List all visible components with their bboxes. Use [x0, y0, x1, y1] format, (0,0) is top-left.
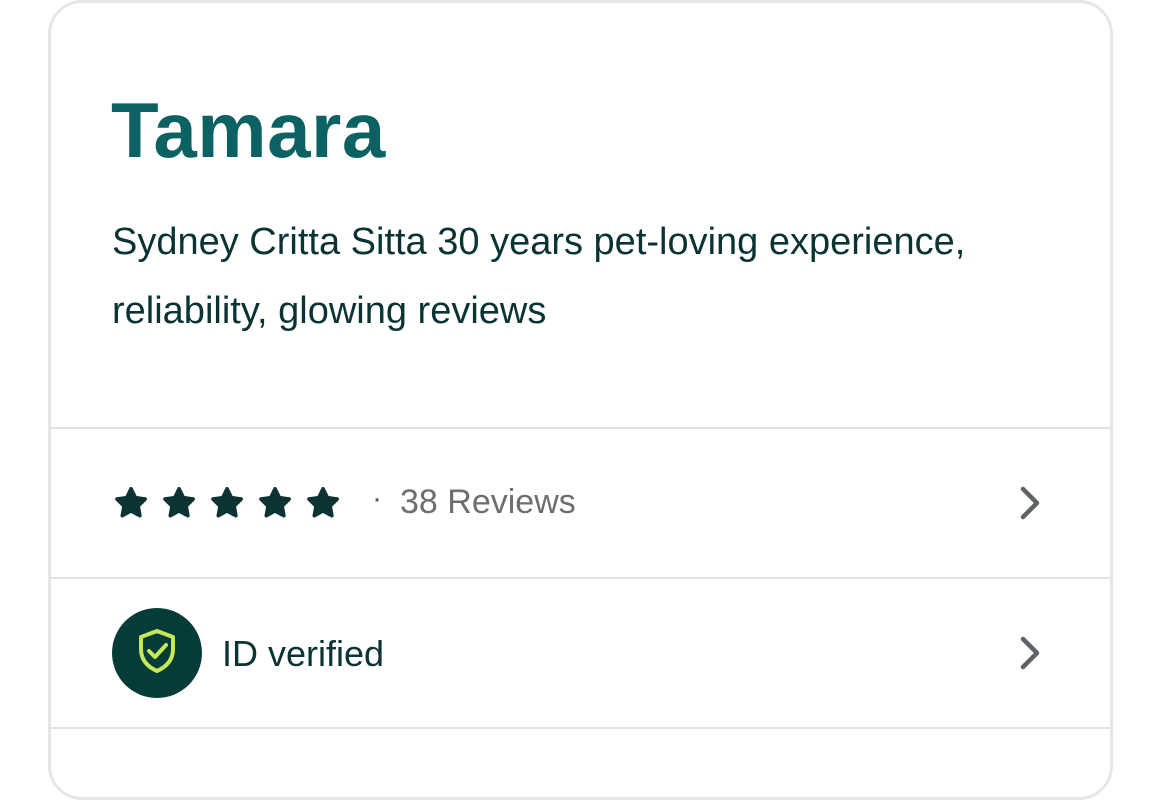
star-icon — [112, 485, 150, 521]
sitter-description: Sydney Critta Sitta 30 years pet-loving … — [112, 221, 966, 332]
sitter-profile-card: Tamara Sydney Critta Sitta 30 years pet-… — [48, 0, 1113, 800]
separator-dot: · — [372, 482, 382, 515]
star-icon — [304, 485, 342, 521]
chevron-right-icon[interactable] — [1018, 635, 1042, 676]
star-rating — [112, 485, 342, 521]
profile-header: Tamara Sydney Critta Sitta 30 years pet-… — [51, 3, 1110, 429]
star-icon — [160, 485, 198, 521]
id-verified-label: ID verified — [222, 633, 385, 674]
shield-check-icon — [135, 627, 179, 680]
verification-badge — [112, 608, 202, 698]
reviews-row[interactable]: · 38 Reviews — [51, 429, 1110, 579]
star-icon — [256, 485, 294, 521]
sitter-name: Tamara — [111, 86, 386, 174]
star-icon — [208, 485, 246, 521]
chevron-right-icon[interactable] — [1018, 485, 1042, 526]
id-verified-row[interactable]: ID verified — [51, 579, 1110, 729]
reviews-count-label: 38 Reviews — [400, 483, 576, 521]
